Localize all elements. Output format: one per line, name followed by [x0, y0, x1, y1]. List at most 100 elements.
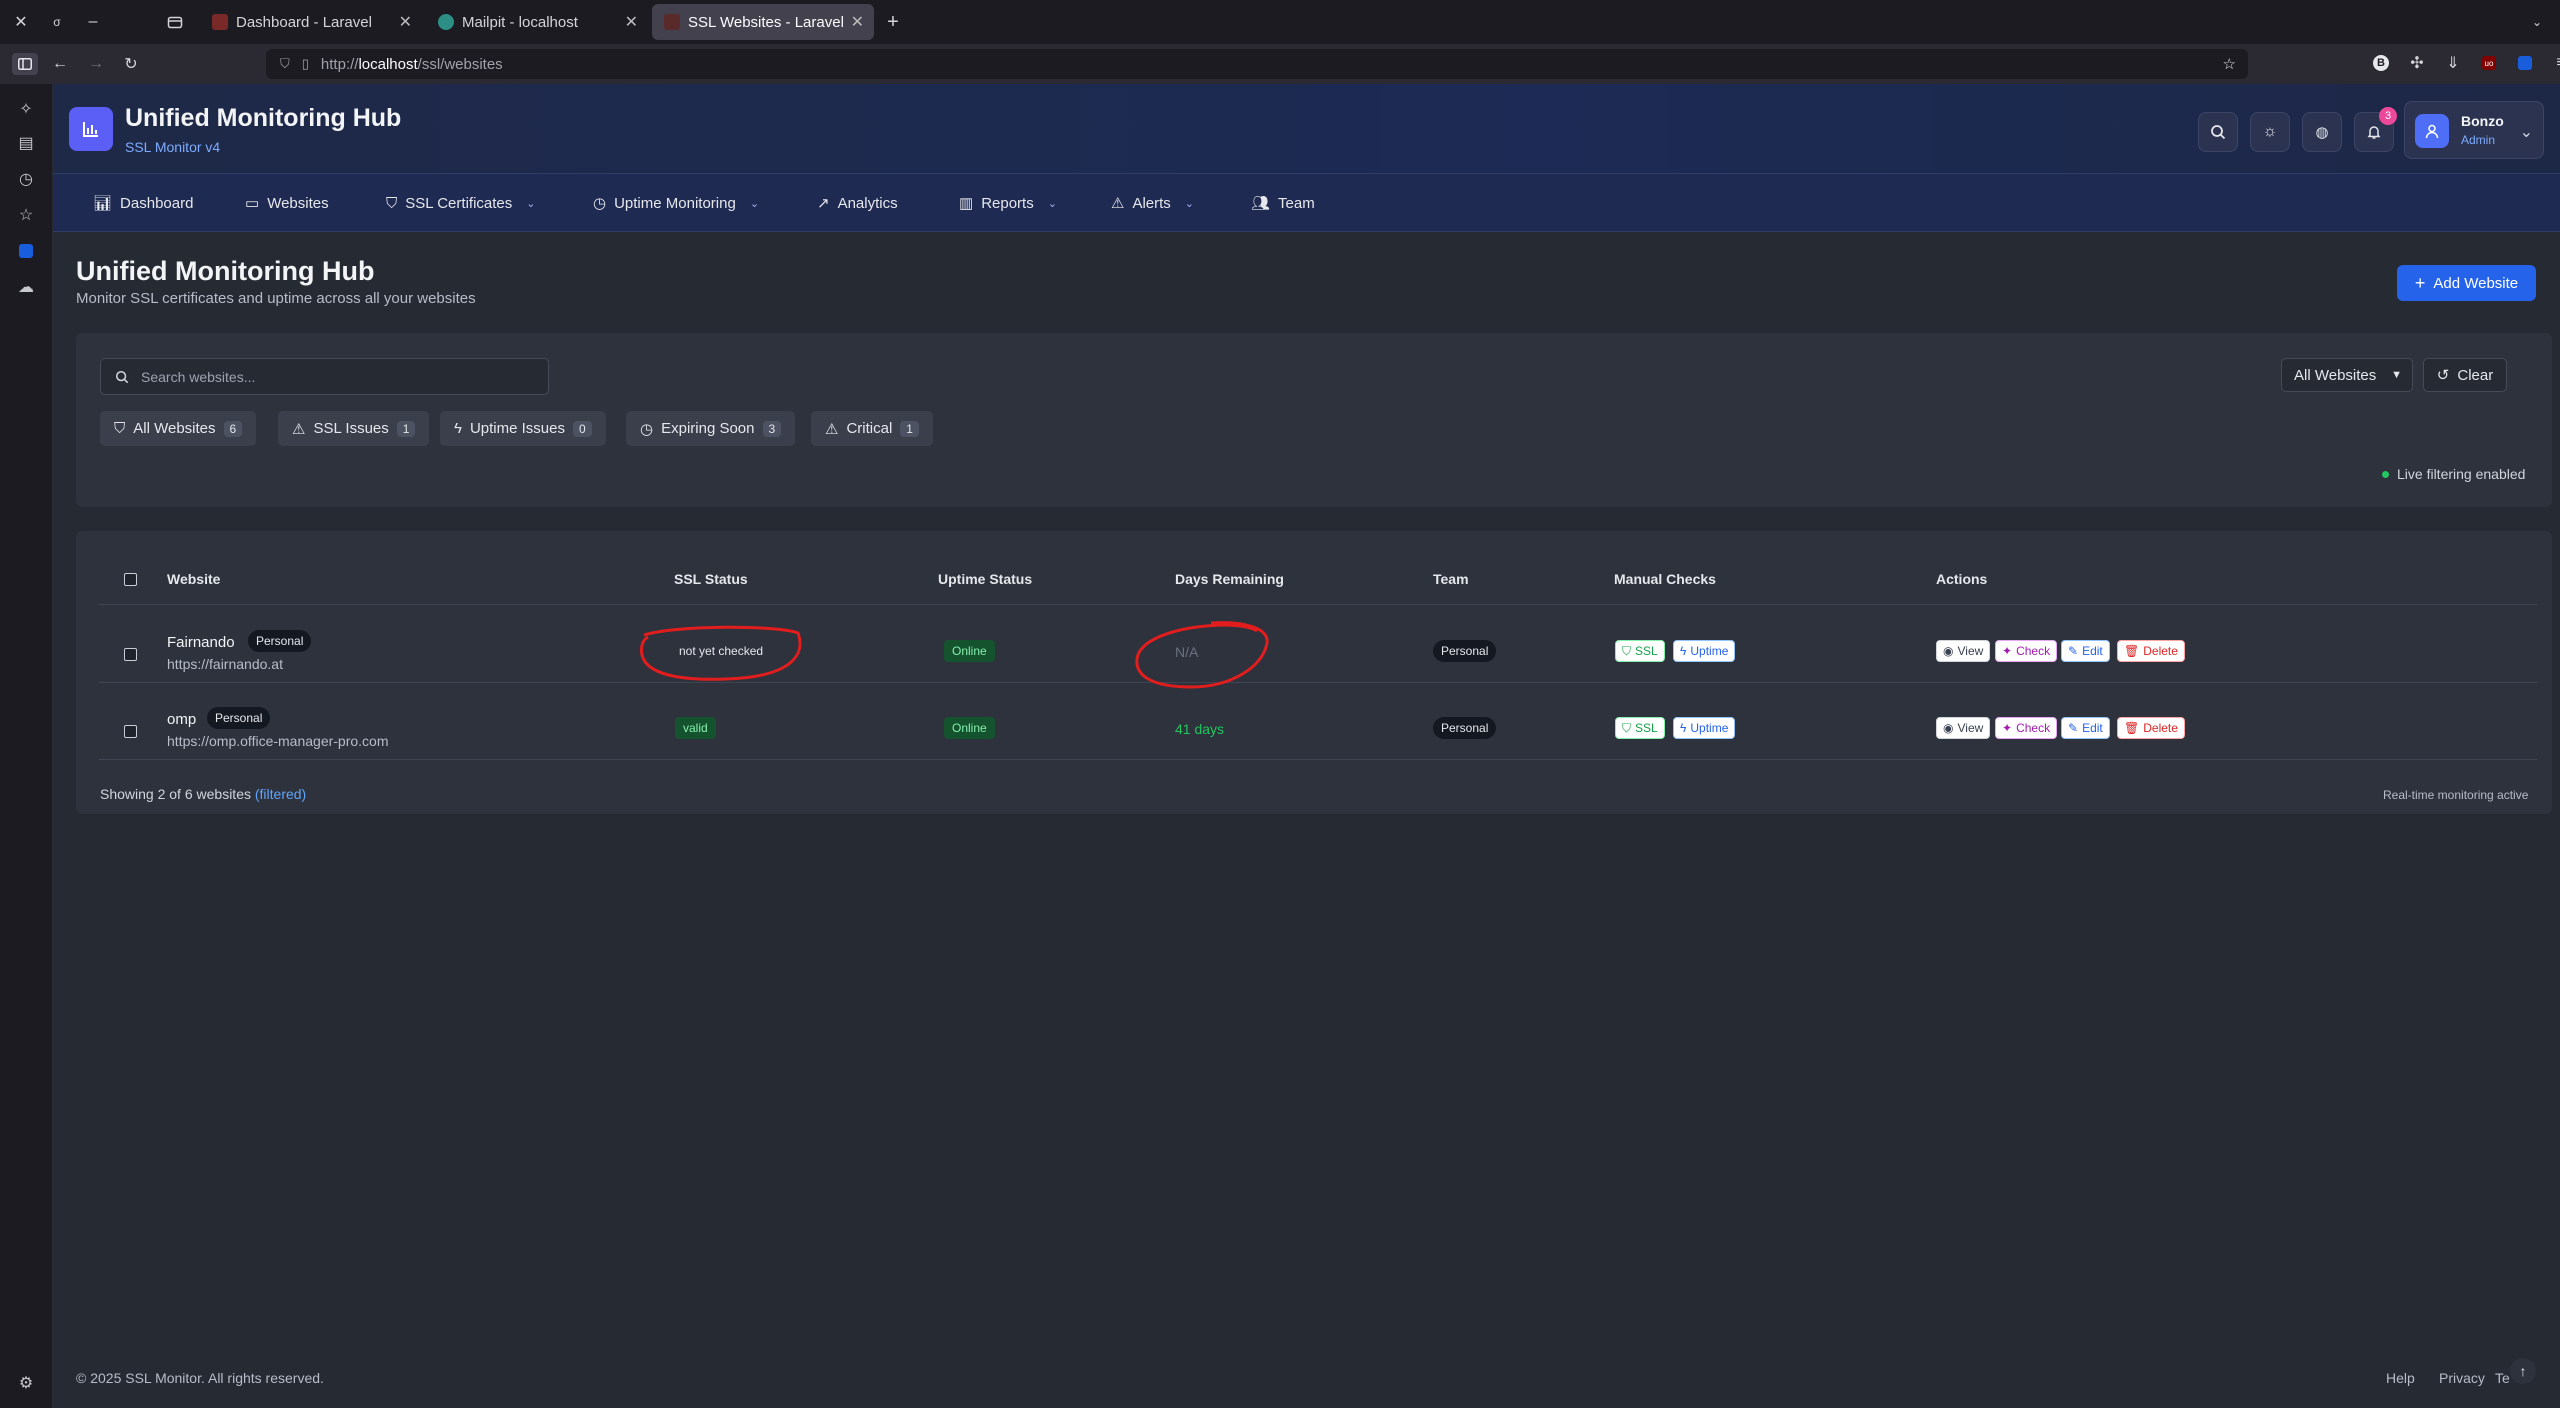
row-checkbox[interactable]	[124, 725, 137, 738]
website-name[interactable]: Fairnando	[167, 634, 235, 651]
minimize-icon[interactable]: –	[82, 11, 104, 33]
website-filter-select[interactable]: All Websites ▼	[2281, 358, 2413, 392]
nav-label: Websites	[267, 194, 329, 212]
chevron-down-icon: ⌄	[1184, 197, 1195, 210]
nav-alerts[interactable]: ⚠ Alerts ⌄	[1111, 174, 1194, 232]
website-name[interactable]: omp	[167, 711, 196, 728]
footer-privacy-link[interactable]: Privacy	[2439, 1370, 2485, 1386]
row-checkbox[interactable]	[124, 648, 137, 661]
website-url[interactable]: https://fairnando.at	[167, 656, 283, 672]
shield-icon: ⛉	[280, 56, 290, 71]
col-header-uptime-status[interactable]: Uptime Status	[938, 571, 1032, 587]
col-header-ssl-status[interactable]: SSL Status	[674, 571, 748, 587]
tab-dashboard[interactable]: Dashboard - Laravel ✕	[200, 4, 422, 40]
search-input[interactable]	[141, 368, 531, 385]
bookmark-star-icon[interactable]: ☆	[2223, 55, 2236, 73]
history-icon[interactable]: ◷	[15, 168, 37, 190]
cloud-icon[interactable]: ☁	[15, 276, 37, 298]
clock-icon: ◷	[640, 420, 654, 438]
synced-tabs-icon[interactable]: ▤	[15, 132, 37, 154]
nav-uptime-monitoring[interactable]: ◷ Uptime Monitoring ⌄	[593, 174, 759, 232]
logo-chart-icon[interactable]	[69, 107, 113, 151]
clear-filters-button[interactable]: ↺ Clear	[2423, 358, 2507, 392]
bar-chart-icon: 📊︎	[93, 195, 113, 212]
close-tab-icon[interactable]: ✕	[625, 12, 638, 32]
website-url[interactable]: https://omp.office-manager-pro.com	[167, 733, 389, 749]
new-tab-icon[interactable]: +	[882, 11, 904, 33]
search-field[interactable]	[100, 358, 549, 395]
check-uptime-button[interactable]: ϟ Uptime	[1673, 640, 1736, 662]
search-button[interactable]	[2198, 112, 2238, 152]
chip-count: 1	[900, 420, 919, 437]
filtered-link[interactable]: (filtered)	[255, 786, 306, 802]
ai-chat-icon[interactable]: ✧	[15, 98, 37, 120]
customize-sidebar-icon[interactable]: ⚙	[15, 1372, 37, 1394]
close-tab-icon[interactable]: ✕	[851, 12, 864, 32]
user-menu[interactable]: Bonzo Admin ⌄	[2404, 101, 2544, 159]
select-all-checkbox[interactable]	[124, 573, 137, 586]
palette-button[interactable]: ◍	[2302, 112, 2342, 152]
check-button[interactable]: ✦ Check	[1995, 640, 2058, 662]
tab-ssl-websites[interactable]: SSL Websites - Laravel ✕	[652, 4, 874, 40]
bitwarden-icon[interactable]	[2514, 52, 2536, 74]
delete-button[interactable]: 🗑︎ Delete	[2117, 640, 2185, 662]
menu-icon[interactable]: ≡	[2550, 52, 2560, 74]
reload-icon[interactable]: ↻	[120, 53, 142, 75]
scroll-to-top-button[interactable]: ↑	[2510, 1358, 2536, 1384]
uptime-status-badge: Online	[944, 640, 995, 662]
nav-analytics[interactable]: ↗ Analytics	[817, 174, 898, 232]
extensions-puzzle-icon[interactable]: ✣	[2406, 52, 2428, 74]
edit-button[interactable]: ✎ Edit	[2061, 717, 2110, 739]
uptime-status-badge: Online	[944, 717, 995, 739]
nav-label: SSL Certificates	[405, 194, 513, 212]
footer-help-link[interactable]: Help	[2386, 1370, 2415, 1386]
forward-icon[interactable]: →	[85, 53, 107, 75]
delete-button[interactable]: 🗑︎ Delete	[2117, 717, 2185, 739]
col-header-days-remaining[interactable]: Days Remaining	[1175, 571, 1284, 587]
nav-dashboard[interactable]: 📊︎ Dashboard	[93, 174, 193, 232]
website-tag: Personal	[207, 707, 271, 729]
chip-ssl-issues[interactable]: ⚠ SSL Issues 1	[278, 411, 430, 446]
footer-terms-link[interactable]: Te	[2495, 1370, 2510, 1386]
tab-overview-icon[interactable]	[164, 11, 186, 33]
sidebar-toggle-icon[interactable]	[12, 53, 38, 75]
download-icon[interactable]: ⇓	[2442, 52, 2464, 74]
websites-table-panel: Website SSL Status Uptime Status Days Re…	[76, 531, 2552, 814]
check-button[interactable]: ✦ Check	[1995, 717, 2058, 739]
col-header-website[interactable]: Website	[167, 571, 220, 587]
chip-expiring-soon[interactable]: ◷ Expiring Soon 3	[626, 411, 796, 446]
theme-toggle-button[interactable]: ☼	[2250, 112, 2290, 152]
chip-all-websites[interactable]: ⛉ All Websites 6	[100, 411, 257, 446]
nav-ssl-certificates[interactable]: ⛉ SSL Certificates ⌄	[386, 174, 535, 232]
url-bar[interactable]: ⛉ ▯ http:// localhost /ssl/websites ☆	[266, 49, 2248, 79]
nav-team[interactable]: 👥︎ Team	[1251, 174, 1315, 232]
app-menu-icon[interactable]: σ	[46, 11, 68, 33]
view-button[interactable]: ◉ View	[1936, 640, 1991, 662]
nav-websites[interactable]: ▭ Websites	[245, 174, 329, 232]
close-window-icon[interactable]: ✕	[10, 11, 32, 33]
user-role: Admin	[2461, 133, 2496, 147]
bitwarden-sidebar-icon[interactable]	[15, 240, 37, 262]
edit-button[interactable]: ✎ Edit	[2061, 640, 2110, 662]
chip-uptime-issues[interactable]: ϟ Uptime Issues 0	[440, 411, 606, 446]
realtime-status: Real-time monitoring active	[2383, 788, 2529, 802]
back-icon[interactable]: ←	[49, 53, 71, 75]
check-ssl-button[interactable]: ⛉ SSL	[1615, 640, 1665, 662]
add-website-button[interactable]: + Add Website	[2397, 265, 2536, 301]
tab-list-icon[interactable]: ⌄	[2526, 11, 2548, 33]
view-button[interactable]: ◉ View	[1936, 717, 1991, 739]
tab-mailpit[interactable]: Mailpit - localhost ✕	[426, 4, 648, 40]
close-tab-icon[interactable]: ✕	[399, 12, 412, 32]
chip-critical[interactable]: ⚠ Critical 1	[811, 411, 933, 446]
extension-b-icon[interactable]: B	[2370, 52, 2392, 74]
nav-reports[interactable]: ▥ Reports ⌄	[959, 174, 1057, 232]
check-ssl-button[interactable]: ⛉ SSL	[1615, 717, 1665, 739]
check-uptime-button[interactable]: ϟ Uptime	[1673, 717, 1736, 739]
col-header-team[interactable]: Team	[1433, 571, 1469, 587]
url-prefix: http://	[320, 55, 359, 73]
bookmarks-icon[interactable]: ☆	[15, 204, 37, 226]
ublock-icon[interactable]: uo	[2478, 52, 2500, 74]
notifications-button[interactable]: 3	[2354, 107, 2397, 152]
chevron-down-icon: ⌄	[2519, 124, 2533, 141]
page-title: Unified Monitoring Hub	[76, 256, 375, 286]
